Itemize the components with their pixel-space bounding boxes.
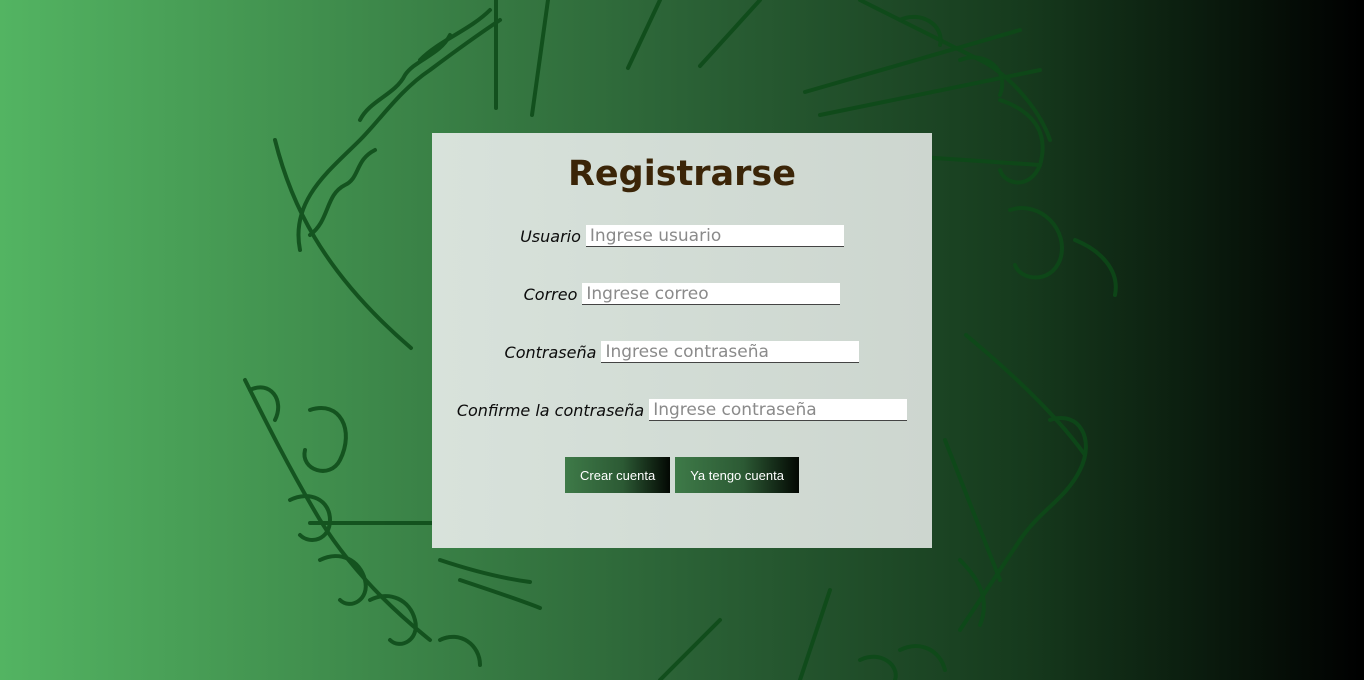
confirm-password-label: Confirme la contraseña	[456, 400, 645, 420]
username-input[interactable]	[585, 225, 844, 247]
email-input[interactable]	[582, 283, 841, 305]
form-actions: Crear cuenta Ya tengo cuenta	[432, 457, 932, 493]
register-card: Registrarse Usuario Correo Contraseña Co…	[432, 133, 932, 548]
password-label: Contraseña	[504, 342, 597, 362]
password-input[interactable]	[601, 341, 860, 363]
username-label: Usuario	[520, 226, 581, 246]
username-row: Usuario	[432, 225, 932, 247]
create-account-button[interactable]: Crear cuenta	[565, 457, 671, 493]
confirm-password-row: Confirme la contraseña	[432, 399, 932, 421]
email-row: Correo	[432, 283, 932, 305]
have-account-button[interactable]: Ya tengo cuenta	[675, 457, 799, 493]
email-label: Correo	[523, 284, 578, 304]
password-row: Contraseña	[432, 341, 932, 363]
confirm-password-input[interactable]	[649, 399, 908, 421]
register-title: Registrarse	[567, 154, 796, 194]
